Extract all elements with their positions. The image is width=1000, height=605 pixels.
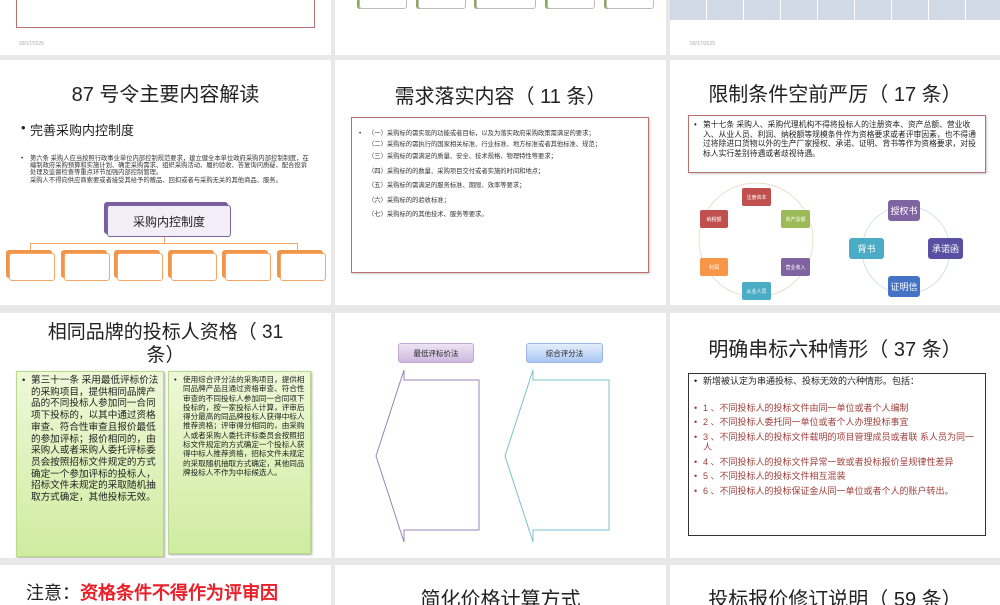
slide-title: 需求落实内容（ 11 条） (394, 86, 607, 108)
slide-thumb-top-3[interactable]: 09/17/2025 (670, 0, 1000, 55)
slide-date: 09/17/2025 (690, 41, 716, 47)
slide-title: 87 号令主要内容解读 (71, 84, 260, 106)
list-item: （六）采购标的的验收标准； (368, 196, 450, 204)
list-item: （一）采购标的需实现的功能或者目标，以及为落实政府采购政策需满足的要求； (358, 130, 638, 138)
org-child (117, 253, 163, 281)
table (670, 0, 1000, 20)
body-text: 第六条 采购人应当按照行政事业单位内部控制规范要求，建立健全本单位政府采购内部控… (20, 155, 312, 184)
title-highlight: 资格条件不得作为评审因 (80, 583, 278, 603)
slide-thumb-top-2[interactable] (335, 0, 666, 55)
arrow-shapes (375, 369, 610, 543)
org-child (225, 253, 271, 281)
list-item: 4 、不同投标人的投标文件异常一致或者投标报价呈规律性差异 (693, 457, 979, 468)
cycle-node: 授权书 (888, 200, 920, 221)
list-item: （五）采购标的需满足的服务标准、期限、效率等要求； (368, 182, 526, 189)
text-box-right: 使用综合评分法的采购项目，提供相同品牌产品且通过资格审查、符合性审查的不同投标人… (168, 371, 311, 554)
arrow-left-icon (504, 369, 610, 543)
cycle-node: 资产总额 (781, 210, 810, 228)
org-connector (30, 243, 298, 250)
slide-title: 简化价格计算方式 (420, 589, 581, 605)
slide-title: 投标报价修订说明（ 59 条） (708, 589, 962, 605)
body-para-2: 采购人不得向供应商索要或者接受其给予的赠品、回扣或者与采购无关的其他商品、服务。 (30, 176, 282, 184)
org-child (171, 253, 217, 281)
list-item: （七）采购标的的其他技术、服务等要求。 (368, 211, 488, 218)
intro-text: 新增被认定为串通投标、投标无效的六种情形。包括： (693, 376, 979, 387)
list-item: 3 、不同投标人的投标文件载明的项目管理成员或者联 系人员为同一人 (693, 432, 979, 453)
text-box: （一）采购标的需实现的功能或者目标，以及为落实政府采购政策需满足的要求； （二）… (351, 117, 649, 273)
slide-thumb-bid-revision[interactable]: 投标报价修订说明（ 59 条） (670, 565, 1000, 605)
list-item: 1 、不同投标人的投标文件由同一单位或者个人编制 (693, 403, 979, 414)
list-item: 2 、不同投标人委托同一单位或者个人办理投标事宜 (693, 417, 979, 428)
slide-title: 相同品牌的投标人资格（ 31 条） (47, 322, 284, 366)
text-box-left: 第三十一条 采用最低评标价法的采购项目，提供相同品牌产品的不同投标人参加同一合同… (16, 371, 164, 557)
slide-thumb-price-calc[interactable]: 简化价格计算方式 (335, 565, 666, 605)
list-item: （三）采购标的需满足的质量、安全、技术规格、物理特性等要求； (368, 153, 557, 160)
cycle-node: 纳税额 (700, 210, 728, 228)
slide-thumb-top-1[interactable]: 09/17/2025 (0, 0, 331, 55)
bullet-heading: 完善采购内控制度 (20, 120, 331, 139)
slide-thumb-requirements[interactable]: 需求落实内容（ 11 条） （一）采购标的需实现的功能或者目标，以及为落实政府采… (335, 60, 666, 305)
slide-thumb-same-brand[interactable]: 相同品牌的投标人资格（ 31 条） 第三十一条 采用最低评标价法的采购项目，提供… (0, 313, 331, 558)
cycle-node: 背书 (849, 238, 884, 259)
text-box: 新增被认定为串通投标、投标无效的六种情形。包括： 1 、不同投标人的投标文件由同… (688, 373, 986, 536)
cycle-node: 证明信 (888, 276, 920, 297)
list-item: 5 、不同投标人的投标文件相互混装 (693, 471, 979, 482)
slide-thumb-restrictions[interactable]: 限制条件空前严厉（ 17 条） 第十七条 采购人、采购代理机构不得将投标人的注册… (670, 60, 1000, 305)
org-child (9, 253, 55, 281)
arrow-left-icon (375, 369, 480, 543)
title-prefix: 注意： (26, 583, 80, 603)
cycle-node: 利润 (700, 258, 728, 276)
list-item: （二）采购标的需执行的国家相关标准、行业标准、地方标准或者其他标准、规范； (368, 140, 601, 148)
body-text: 使用综合评分法的采购项目，提供相同品牌产品且通过资格审查、符合性审查的不同投标人… (173, 375, 306, 477)
text-box (16, 0, 315, 28)
slide-thumb-evaluation-methods[interactable]: 最低评标价法 综合评分法 (335, 313, 666, 558)
slide-date: 09/17/2025 (19, 41, 45, 47)
slide-title: 注意：资格条件不得作为评审因 (26, 579, 278, 605)
list-item: 6 、不同投标人的投标保证金从同一单位或者个人的账户转出。 (693, 486, 979, 497)
cycle-node: 从业人员 (742, 282, 771, 300)
slide-title: 明确串标六种情形（ 37 条） (708, 339, 962, 361)
org-root: 采购内控制度 (107, 205, 231, 237)
org-child (280, 253, 326, 281)
cycle-node: 营业收入 (781, 258, 810, 276)
cycle-node: 承诺函 (928, 238, 963, 259)
body-text: 第三十一条 采用最低评标价法的采购项目，提供相同品牌产品的不同投标人参加同一合同… (21, 375, 159, 504)
slide-thumb-collusion[interactable]: 明确串标六种情形（ 37 条） 新增被认定为串通投标、投标无效的六种情形。包括：… (670, 313, 1000, 558)
org-child (64, 253, 110, 281)
slide-thumb-87-overview[interactable]: 87 号令主要内容解读 完善采购内控制度 第六条 采购人应当按照行政事业单位内部… (0, 60, 331, 305)
list-item: （四）采购标的的数量、采购项目交付或者实施的时间和地点； (368, 167, 545, 175)
cycle-node: 注册资本 (742, 188, 771, 206)
body-para-1: 第六条 采购人应当按照行政事业单位内部控制规范要求，建立健全本单位政府采购内部控… (30, 155, 309, 177)
slide-thumb-note[interactable]: 注意：资格条件不得作为评审因 (0, 565, 331, 605)
